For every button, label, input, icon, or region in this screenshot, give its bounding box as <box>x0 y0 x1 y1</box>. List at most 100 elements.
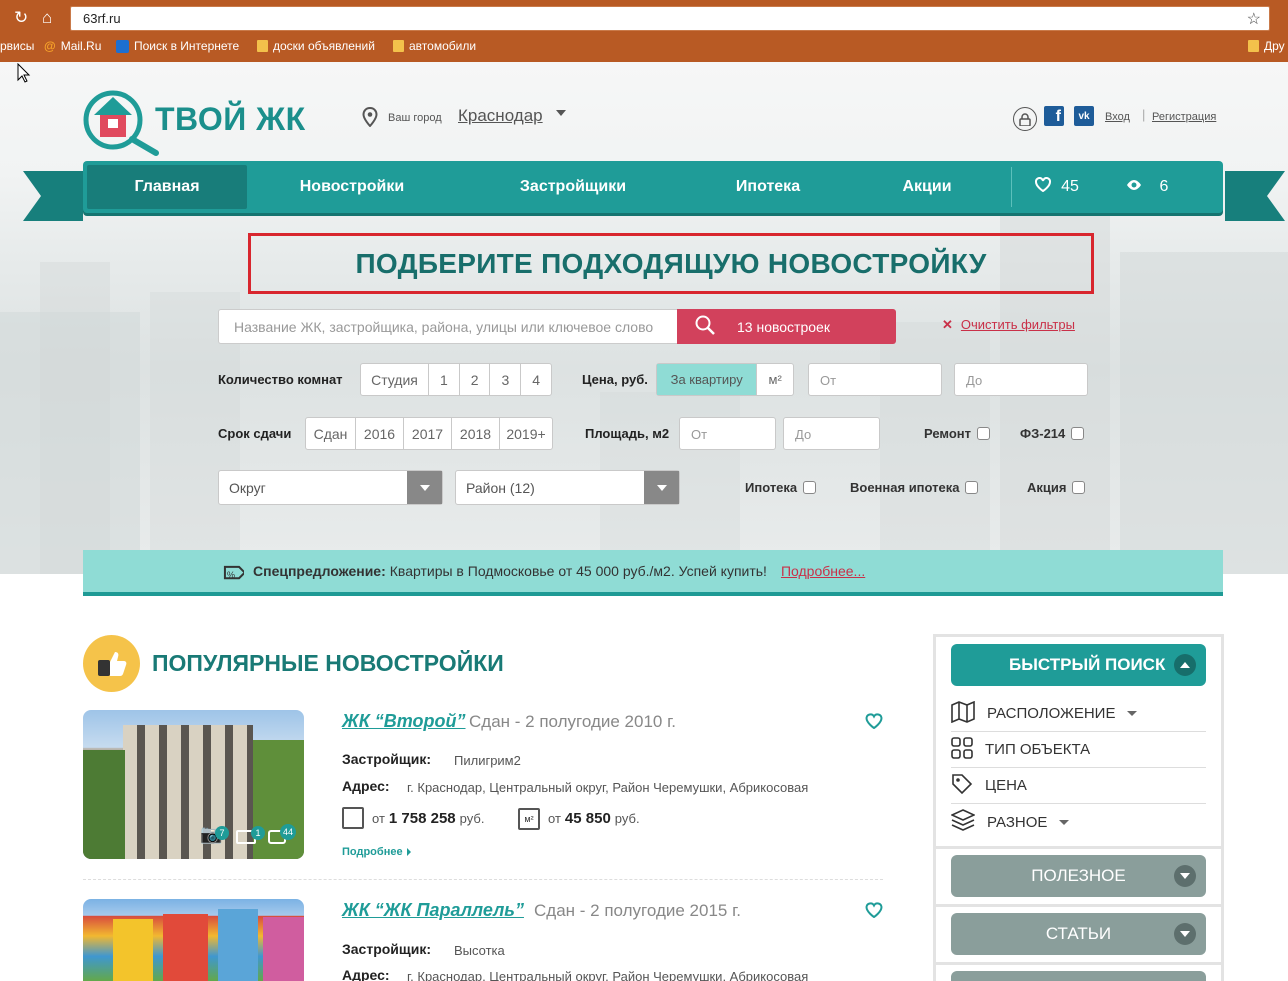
vk-icon[interactable]: vk <box>1074 106 1094 126</box>
nav-mortgage[interactable]: Ипотека <box>693 161 843 213</box>
chevron-down-icon[interactable] <box>644 471 679 504</box>
articles-button[interactable]: СТАТЬИ <box>951 913 1206 955</box>
deadline-label: Срок сдачи <box>218 426 292 441</box>
price-per-m2[interactable]: м² <box>757 364 793 395</box>
logo-text[interactable]: ТВОЙ ЖК <box>155 101 306 138</box>
rooms-3[interactable]: 3 <box>490 364 522 395</box>
address-bar[interactable]: 63rf.ru ☆ <box>70 6 1270 31</box>
building-title[interactable]: ЖК “Второй” <box>342 711 466 732</box>
area-to-input[interactable]: До <box>783 417 880 450</box>
bookmark-services[interactable]: рвисы <box>0 39 34 53</box>
chevron-down-icon[interactable] <box>1174 923 1196 945</box>
lock-icon[interactable] <box>1013 107 1037 131</box>
bookmark-boards[interactable]: доски объявлений <box>257 39 375 53</box>
checkbox[interactable] <box>803 481 817 494</box>
browser-chrome: ↻ ⌂ 63rf.ru ☆ рвисы @ Mail.Ru Поиск в Инт… <box>0 0 1288 62</box>
bookmark-other[interactable]: Дру <box>1248 39 1285 53</box>
rooms-2[interactable]: 2 <box>460 364 491 395</box>
logo[interactable] <box>82 89 159 156</box>
bookmark-mailru[interactable]: @ Mail.Ru <box>44 39 101 53</box>
sidebar-item-price[interactable]: ЦЕНА <box>951 768 1206 804</box>
search-input[interactable]: Название ЖК, застройщика, района, улицы … <box>218 309 678 344</box>
apartment-icon <box>342 807 364 829</box>
building-title[interactable]: ЖК “ЖК Параллель” <box>342 900 524 921</box>
city-label: Ваш город <box>388 112 442 124</box>
checkbox[interactable] <box>1071 427 1085 440</box>
thumbs-up-icon <box>83 635 140 692</box>
clear-filters-link[interactable]: ✕ Очистить фильтры <box>942 317 1075 333</box>
favorite-heart-icon[interactable] <box>865 902 883 921</box>
checkbox[interactable] <box>1072 481 1086 494</box>
renovation-checkbox[interactable]: Ремонт <box>924 426 991 441</box>
deadline-2019plus[interactable]: 2019+ <box>500 418 552 449</box>
chevron-down-icon[interactable] <box>1174 865 1196 887</box>
chevron-up-icon[interactable] <box>1174 654 1196 676</box>
login-link[interactable]: Вход <box>1105 108 1130 123</box>
at-icon: @ <box>44 39 56 53</box>
price-to-input[interactable]: До <box>954 363 1088 396</box>
price-per-apartment[interactable]: За квартиру <box>657 364 758 395</box>
deadline-2017[interactable]: 2017 <box>404 418 452 449</box>
military-mortgage-checkbox[interactable]: Военная ипотека <box>850 480 979 495</box>
location-pin-icon <box>362 106 378 130</box>
map-icon <box>951 700 975 727</box>
area-from-input[interactable]: От <box>679 417 776 450</box>
district-select[interactable]: Округ <box>218 470 443 505</box>
favorite-heart-icon[interactable] <box>865 713 883 732</box>
sidebar-item-object-type[interactable]: ТИП ОБЪЕКТА <box>951 732 1206 768</box>
deadline-2018[interactable]: 2018 <box>452 418 500 449</box>
search-q-icon <box>116 39 129 53</box>
more-link[interactable]: Подробнее <box>342 846 411 858</box>
nav-home[interactable]: Главная <box>87 165 247 209</box>
useful-button[interactable]: ПОЛЕЗНОЕ <box>951 855 1206 897</box>
star-icon[interactable]: ☆ <box>1247 9 1261 29</box>
bookmark-search[interactable]: Поиск в Интернете <box>116 39 239 53</box>
main-nav: Главная Новостройки Застройщики Ипотека … <box>83 161 1223 213</box>
rooms-4[interactable]: 4 <box>521 364 551 395</box>
deadline-done[interactable]: Сдан <box>306 418 356 449</box>
sidebar-item-location[interactable]: РАСПОЛОЖЕНИЕ <box>951 696 1206 732</box>
chevron-down-icon <box>1127 711 1138 716</box>
address-value: г. Краснодар, Центральный округ, Район Ч… <box>407 969 809 981</box>
rooms-studio[interactable]: Студия <box>361 364 429 395</box>
chevron-down-icon[interactable] <box>407 471 442 504</box>
price-per-m2: от 45 850 руб. <box>548 810 640 827</box>
facebook-icon[interactable]: f <box>1044 106 1064 126</box>
deadline-2016[interactable]: 2016 <box>356 418 404 449</box>
nav-promotions[interactable]: Акции <box>843 161 1011 213</box>
close-icon: ✕ <box>942 317 953 332</box>
fz214-checkbox[interactable]: ФЗ-214 <box>1020 426 1085 441</box>
search-button[interactable]: 13 новостроек <box>677 309 896 344</box>
nav-views[interactable]: 6 <box>1102 161 1192 213</box>
sidebar-next-button[interactable] <box>951 971 1206 981</box>
nav-new-buildings[interactable]: Новостройки <box>251 161 453 213</box>
rooms-1[interactable]: 1 <box>429 364 460 395</box>
reload-icon[interactable]: ↻ <box>14 8 28 28</box>
discount-tag-icon: % <box>220 562 247 589</box>
area-district-select[interactable]: Район (12) <box>455 470 680 505</box>
nav-developers[interactable]: Застройщики <box>453 161 693 213</box>
special-offer-link[interactable]: Подробнее... <box>781 563 865 579</box>
checkbox[interactable] <box>965 481 979 494</box>
promo-checkbox[interactable]: Акция <box>1027 480 1086 495</box>
folder-icon <box>1248 40 1259 52</box>
photos-count: 7 <box>215 826 229 840</box>
bookmark-cars[interactable]: автомобили <box>393 39 476 53</box>
checkbox[interactable] <box>977 427 991 440</box>
nav-favorites[interactable]: 45 <box>1012 161 1102 213</box>
home-icon[interactable]: ⌂ <box>42 8 52 28</box>
mortgage-checkbox[interactable]: Ипотека <box>745 480 817 495</box>
developer-value: Высотка <box>454 943 505 958</box>
sidebar-item-misc[interactable]: РАЗНОЕ <box>950 804 1206 840</box>
quick-search-button[interactable]: БЫСТРЫЙ ПОИСК <box>951 644 1206 686</box>
building-photo[interactable] <box>83 899 304 981</box>
price-from-input[interactable]: От <box>808 363 942 396</box>
divider <box>83 879 883 880</box>
developer-value: Пилигрим2 <box>454 753 521 768</box>
search-icon <box>695 315 715 338</box>
register-link[interactable]: Регистрация <box>1152 108 1216 123</box>
city-selector[interactable]: Краснодар <box>458 106 543 126</box>
divider <box>936 962 1221 965</box>
special-offer-bar: % Спецпредложение: Квартиры в Подмосковь… <box>83 550 1223 596</box>
chevron-down-icon[interactable] <box>556 110 566 116</box>
